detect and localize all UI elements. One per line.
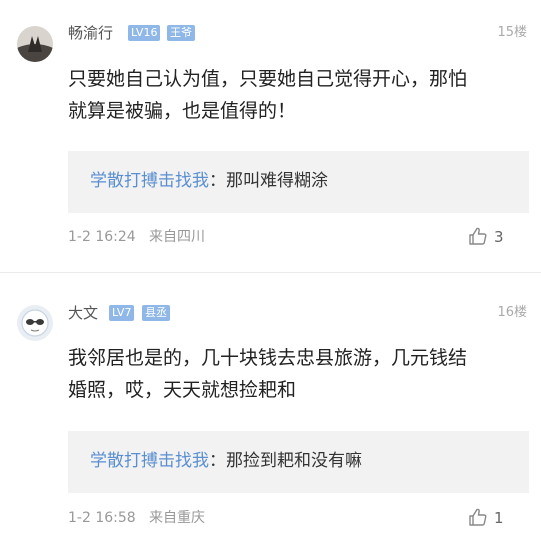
floor-number: 16楼 — [497, 305, 527, 320]
comment-line: 只要她自己认为值，只要她自己觉得开心，那怕 — [68, 68, 468, 90]
reply-body: ：那叫难得糊涂 — [209, 171, 328, 191]
title-badge: 王爷 — [167, 25, 195, 41]
like-count: 1 — [494, 509, 504, 527]
comment-location: 来自四川 — [149, 229, 205, 245]
comment-content: 我邻居也是的，几十块钱去忠县旅游，几元钱结 婚照，哎，天天就想捡耙和 — [68, 342, 528, 406]
reply-box[interactable]: 学散打搏击找我：那叫难得糊涂 — [68, 151, 529, 213]
reply-text: 学散打搏击找我：那捡到耙和没有嘛 — [90, 448, 362, 474]
reply-text: 学散打搏击找我：那叫难得糊涂 — [90, 168, 328, 194]
thumb-up-icon — [469, 508, 487, 526]
level-badge: LV7 — [109, 305, 135, 321]
username[interactable]: 大文 — [68, 303, 98, 323]
avatar[interactable] — [17, 305, 53, 341]
avatar-image — [17, 305, 53, 341]
comment-time: 1-2 16:58 — [68, 510, 136, 526]
comment-content: 只要她自己认为值，只要她自己觉得开心，那怕 就算是被骗，也是值得的！ — [68, 63, 528, 127]
title-badge: 县丞 — [142, 305, 170, 321]
comment-line: 我邻居也是的，几十块钱去忠县旅游，几元钱结 — [68, 347, 468, 369]
like-button[interactable]: 3 — [468, 226, 508, 248]
comment-location: 来自重庆 — [149, 510, 205, 526]
avatar[interactable] — [17, 26, 53, 62]
reply-username[interactable]: 学散打搏击找我 — [90, 171, 209, 191]
like-count: 3 — [494, 228, 504, 246]
comment-time: 1-2 16:24 — [68, 229, 136, 245]
thumb-up-icon — [469, 227, 487, 245]
floor-number: 15楼 — [497, 25, 527, 40]
level-badge: LV16 — [128, 25, 161, 41]
reply-box[interactable]: 学散打搏击找我：那捡到耙和没有嘛 — [68, 431, 529, 493]
comment-line: 婚照，哎，天天就想捡耙和 — [68, 379, 297, 401]
avatar-image — [17, 26, 53, 62]
divider — [0, 272, 541, 273]
comment-line: 就算是被骗，也是值得的！ — [68, 100, 297, 122]
like-button[interactable]: 1 — [468, 507, 508, 529]
username[interactable]: 畅渝行 — [68, 23, 113, 43]
reply-body: ：那捡到耙和没有嘛 — [209, 451, 362, 471]
reply-username[interactable]: 学散打搏击找我 — [90, 451, 209, 471]
